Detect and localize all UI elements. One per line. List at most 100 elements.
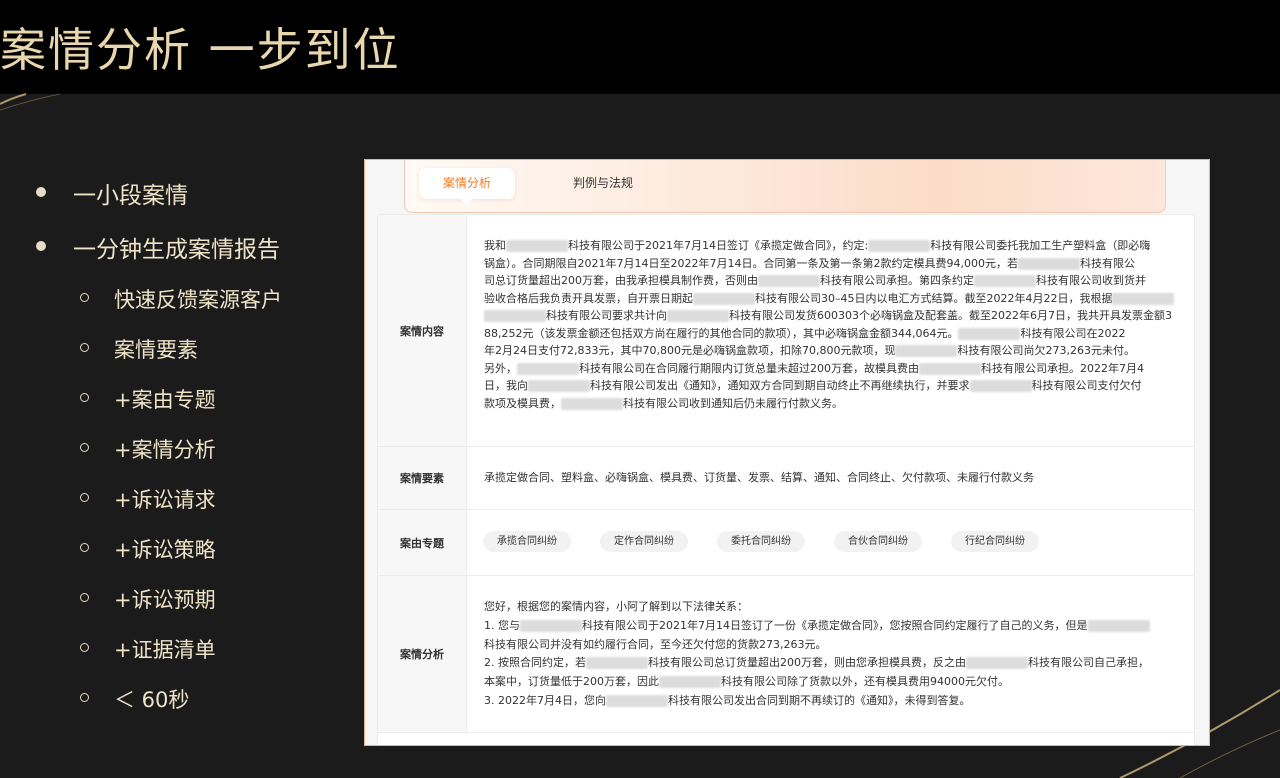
case-elements-text: 承揽定做合同、塑料盒、必嗨锅盒、模具费、订货量、发票、结算、通知、合同终止、欠付… — [484, 471, 1034, 484]
text-segment: 科技有限公司30–45日内以电汇方式结算。截至2022年4月22日，我根据 — [755, 291, 1113, 305]
circle-bullet-icon — [80, 393, 89, 402]
text-segment: 科技有限公司在2022 — [1020, 326, 1126, 340]
circle-bullet-icon — [80, 643, 89, 652]
topic-chip[interactable]: 定作合同纠纷 — [600, 531, 688, 552]
text-segment: 我和 — [484, 239, 506, 252]
topic-chip[interactable]: 委托合同纠纷 — [717, 531, 805, 552]
redacted-name — [528, 380, 590, 392]
circle-bullet-icon — [80, 343, 89, 352]
redacted-name — [1087, 619, 1150, 632]
text-line: 我和 科技有限公司于2021年7月14日签订《承揽定做合同》，约定: 科技有限公司委… — [484, 237, 1180, 255]
text-line: 款项及模具费， 科技有限公司收到通知后仍未履行付款义务。 — [484, 395, 1180, 413]
tab-cases-and-laws[interactable]: 判例与法规 — [573, 168, 633, 199]
text-segment: 年2月24日支付72,833元，其中70,800元是必嗨锅盒款项，扣除70,80… — [484, 344, 896, 357]
redacted-name — [919, 362, 981, 375]
text-line: 日，我向 科技有限公司发出《通知》，通知双方合同到期自动终止不再继续执行，并要求 科… — [484, 377, 1180, 395]
text-segment: 科技有限公司尚欠273,263元未付。 — [957, 344, 1135, 357]
sub-bullet-text: +诉讼策略 — [114, 538, 216, 562]
text-segment: 验收合格后我负责开具发票，自开票日期起 — [484, 291, 693, 305]
text-segment: 科技有限公司于2021年7月14日签订《承揽定做合同》，约定: — [568, 239, 869, 252]
circle-bullet-icon — [80, 293, 89, 302]
redacted-name — [758, 275, 820, 287]
redacted-name — [520, 619, 582, 632]
topic-chip[interactable]: 承揽合同纠纷 — [483, 531, 571, 552]
text-line: 科技有限公司并没有如约履行合同，至今还欠付您的货款273,263元。 — [484, 636, 1180, 655]
text-segment: 科技有限公司自己承担， — [1028, 656, 1149, 670]
text-segment: 科技有限公司并没有如约履行合同，至今还欠付您的货款273,263元。 — [484, 637, 827, 651]
text-line: 3. 2022年7月4日，您向 科技有限公司发出合同到期不再续订的《通知》，未得到… — [484, 692, 1180, 711]
redacted-name — [1112, 292, 1175, 305]
row-label: 案由专题 — [378, 510, 467, 575]
redacted-name — [895, 345, 958, 357]
circle-bullet-icon — [80, 493, 89, 502]
text-segment: 科技有限公司发出合同到期不再续订的《通知》，未得到答复。 — [667, 693, 971, 707]
text-line: 本案中，订货量低于200万套，因此 科技有限公司除了货款以外，还有模具费用9400… — [484, 673, 1180, 692]
redacted-name — [517, 362, 579, 375]
sub-bullet-text: +诉讼预期 — [114, 588, 216, 612]
text-segment: 科技有限公司承担。2022年7月4 — [981, 361, 1144, 375]
redacted-name — [484, 310, 546, 322]
redacted-name — [969, 380, 1032, 392]
sub-bullet-text: +证据清单 — [114, 638, 216, 662]
text-segment: 科技有限公司除了货款以外，还有模具费用94000元欠付。 — [721, 675, 1009, 689]
title-bar: 案情分析 一步到位 — [0, 0, 1280, 94]
text-segment: 锅盒）。合同期限自2021年7月14日至2022年7月14日。合同第一条及第一条… — [484, 256, 1018, 270]
text-line: 司总订货量超出200万套，由我承担模具制作费，否则由 科技有限公司承担。第四条约定… — [484, 272, 1180, 290]
redacted-name — [586, 657, 648, 670]
redacted-name — [974, 275, 1036, 287]
text-segment: 司总订货量超出200万套，由我承担模具制作费，否则由 — [484, 274, 758, 287]
case-elements-row: 案情要素 承揽定做合同、塑料盒、必嗨锅盒、模具费、订货量、发票、结算、通知、合同… — [378, 447, 1194, 510]
redacted-name — [667, 310, 729, 322]
bullet-text: 一分钟生成案情报告 — [73, 237, 280, 263]
row-label: 案情内容 — [378, 215, 467, 446]
text-line: 科技有限公司要求共计向 科技有限公司发货600303个必嗨锅盒及配套盖。截至202… — [484, 307, 1180, 325]
case-topics-row: 案由专题 承揽合同纠纷 定作合同纠纷 委托合同纠纷 合伙合同纠纷 行纪合同纠纷 — [378, 510, 1194, 576]
row-label: 案情分析 — [378, 576, 467, 732]
redacted-name — [966, 657, 1028, 670]
topic-chip-list: 承揽合同纠纷 定作合同纠纷 委托合同纠纷 合伙合同纠纷 行纪合同纠纷 — [483, 531, 1180, 552]
text-segment: 科技有限公 — [1079, 256, 1135, 270]
circle-bullet-icon — [80, 543, 89, 552]
redacted-name — [868, 240, 931, 252]
text-segment: 您好，根据您的案情内容，小阿了解到以下法律关系： — [484, 600, 748, 613]
circle-bullet-icon — [80, 443, 89, 452]
redacted-name — [506, 240, 568, 252]
bullet-dot-icon — [36, 187, 46, 197]
redacted-name — [693, 292, 755, 305]
text-segment: 科技有限公司于2021年7月14日签订了一份《承揽定做合同》，您按照合同约定履行… — [582, 618, 1088, 632]
case-content-row: 案情内容 我和 科技有限公司于2021年7月14日签订《承揽定做合同》，约定: 科技… — [378, 215, 1194, 447]
redacted-name — [958, 327, 1021, 340]
case-analysis-row: 案情分析 您好，根据您的案情内容，小阿了解到以下法律关系： 1. 您与 科技有限公司… — [378, 576, 1194, 733]
bullet-dot-icon — [36, 241, 46, 251]
sub-bullet-text: +诉讼请求 — [114, 488, 216, 512]
case-content-text: 我和 科技有限公司于2021年7月14日签订《承揽定做合同》，约定: 科技有限公司委… — [484, 237, 1180, 412]
redacted-name — [561, 397, 623, 410]
topic-chip[interactable]: 合伙合同纠纷 — [834, 531, 922, 552]
text-line: 2. 按照合同约定，若 科技有限公司总订货量超出200万套，则由您承担模具费，反之… — [484, 654, 1180, 673]
sub-bullet-text: +案情分析 — [114, 438, 216, 462]
page-title: 案情分析 一步到位 — [0, 23, 401, 77]
text-segment: 2. 按照合同约定，若 — [484, 656, 586, 670]
text-segment: 科技有限公司支付欠付 — [1031, 379, 1142, 392]
text-segment: 科技有限公司收到货并 — [1036, 274, 1146, 287]
report-tab-bar: 案情分析 判例与法规 — [404, 160, 1166, 213]
text-segment: 1. 您与 — [484, 618, 520, 632]
redacted-name — [605, 694, 668, 707]
text-line: 年2月24日支付72,833元，其中70,800元是必嗨锅盒款项，扣除70,80… — [484, 342, 1180, 360]
sub-bullet-text: +案由专题 — [114, 388, 216, 412]
text-line: 锅盒）。合同期限自2021年7月14日至2022年7月14日。合同第一条及第一条… — [484, 255, 1180, 273]
row-label: 案情要素 — [378, 447, 467, 509]
report-card: 案情内容 我和 科技有限公司于2021年7月14日签订《承揽定做合同》，约定: 科技… — [377, 214, 1195, 745]
sub-bullet-text: 快速反馈案源客户 — [114, 288, 282, 312]
text-segment: 科技有限公司发货600303个必嗨锅盒及配套盖。截至2022年6月7日，我共开具… — [729, 309, 1172, 322]
text-segment: 科技有限公司总订货量超出200万套，则由您承担模具费，反之由 — [648, 656, 966, 670]
circle-bullet-icon — [80, 693, 89, 702]
text-segment: 科技有限公司承担。第四条约定 — [820, 274, 974, 287]
text-line: 验收合格后我负责开具发票，自开票日期起 科技有限公司30–45日内以电汇方式结算。… — [484, 290, 1180, 308]
topic-chip[interactable]: 行纪合同纠纷 — [951, 531, 1039, 552]
text-segment: 另外， — [484, 361, 517, 375]
redacted-name — [659, 676, 721, 689]
text-segment: 日，我向 — [484, 379, 528, 392]
text-line: 另外， 科技有限公司在合同履行期限内订货总量未超过200万套，故模具费由 科技有限公… — [484, 360, 1180, 378]
tab-case-analysis[interactable]: 案情分析 — [419, 168, 515, 205]
